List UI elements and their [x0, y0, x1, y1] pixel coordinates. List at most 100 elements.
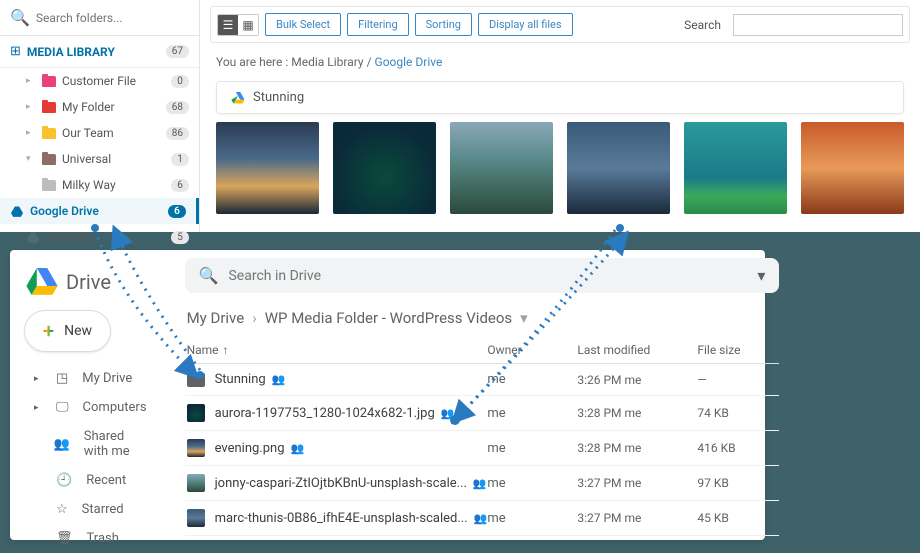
folder-icon — [42, 154, 56, 165]
media-search-input[interactable] — [733, 14, 903, 36]
table-row[interactable]: jonny-caspari-ZtIOjtbKBnU-unsplash-scale… — [185, 466, 780, 501]
col-name[interactable]: Name ↑ — [187, 343, 488, 357]
chevron-right-icon: › — [252, 309, 257, 327]
file-name: Stunning — [215, 372, 266, 387]
drive-nav-starred[interactable]: ☆ Starred — [24, 495, 157, 524]
nav-label: Trash — [87, 531, 119, 546]
thumbnail-grid — [210, 122, 910, 214]
sidebar-item-my-folder[interactable]: ▸ My Folder 68 — [0, 94, 199, 120]
sidebar-item-universal[interactable]: ▾ Universal 1 — [0, 146, 199, 172]
folder-search-input[interactable] — [36, 11, 192, 25]
google-drive-app: Drive + New ▸ ◳ My Drive ▸ 🖵 Computers 👥… — [10, 250, 765, 540]
media-thumbnail[interactable] — [567, 122, 670, 214]
file-modified: 3:27 PM me — [577, 476, 697, 490]
sidebar-item-google-drive[interactable]: Google Drive 6 — [0, 198, 199, 224]
folder-label: Stunning — [46, 230, 165, 244]
file-name: marc-thunis-0B86_ifhE4E-unsplash-scaled.… — [215, 511, 468, 526]
media-thumbnail[interactable] — [801, 122, 904, 214]
new-button[interactable]: + New — [24, 310, 111, 352]
count-badge: 1 — [171, 153, 189, 166]
list-view-icon[interactable]: ☰ — [218, 15, 238, 35]
main-panel: ☰ ▦ Bulk Select Filtering Sorting Displa… — [200, 0, 920, 232]
sidebar-item-our-team[interactable]: ▸ Our Team 86 — [0, 120, 199, 146]
folder-chip-label: Stunning — [253, 90, 304, 105]
chevron-right-icon: ▸ — [26, 102, 36, 112]
table-row[interactable]: aurora-1197753_1280-1024x682-1.jpg👥me3:2… — [185, 396, 780, 431]
view-toggle[interactable]: ☰ ▦ — [217, 14, 259, 36]
file-size: — — [697, 373, 777, 387]
sidebar-item-milky-way[interactable]: Milky Way 6 — [0, 172, 199, 198]
library-title: MEDIA LIBRARY — [27, 45, 160, 59]
file-thumbnail — [187, 404, 205, 422]
folder-label: Universal — [62, 152, 165, 166]
breadcrumb-current[interactable]: WP Media Folder - WordPress Videos — [265, 309, 512, 327]
file-list: Stunning👥me3:26 PM me— aurora-1197753_128… — [185, 364, 780, 536]
table-row[interactable]: evening.png👥me3:28 PM me416 KB — [185, 431, 780, 466]
media-thumbnail[interactable] — [216, 122, 319, 214]
count-badge: 0 — [171, 75, 189, 88]
col-size[interactable]: File size — [697, 343, 777, 357]
breadcrumb-current[interactable]: Google Drive — [375, 55, 443, 69]
table-row[interactable]: Stunning👥me3:26 PM me— — [185, 364, 780, 396]
folder-icon — [42, 102, 56, 113]
search-icon: 🔍 — [199, 266, 219, 285]
media-thumbnail[interactable] — [684, 122, 787, 214]
sorting-button[interactable]: Sorting — [415, 13, 472, 36]
nav-label: Computers — [83, 400, 147, 415]
folder-icon — [42, 180, 56, 191]
bulk-select-button[interactable]: Bulk Select — [265, 13, 341, 36]
sidebar-item-stunning[interactable]: Stunning 5 — [0, 224, 199, 250]
filtering-button[interactable]: Filtering — [347, 13, 409, 36]
google-drive-icon — [10, 205, 24, 217]
table-header: Name ↑ Owner Last modified File size — [185, 337, 780, 364]
drive-nav: ▸ ◳ My Drive ▸ 🖵 Computers 👥 Shared with… — [24, 364, 157, 553]
dropdown-icon[interactable]: ▾ — [520, 309, 528, 327]
drive-nav-recent[interactable]: 🕘 Recent — [24, 466, 157, 495]
file-name: jonny-caspari-ZtIOjtbKBnU-unsplash-scale… — [215, 476, 467, 491]
folder-label: My Folder — [62, 100, 160, 114]
trash-icon: 🗑 — [56, 531, 73, 546]
media-thumbnail[interactable] — [450, 122, 553, 214]
search-icon: 🔍 — [10, 8, 30, 27]
file-owner: me — [487, 441, 577, 456]
drive-nav-computers[interactable]: ▸ 🖵 Computers — [24, 393, 157, 422]
drive-breadcrumb: My Drive › WP Media Folder - WordPress V… — [185, 305, 780, 337]
search-options-icon[interactable]: ▾ — [757, 266, 765, 285]
grid-view-icon[interactable]: ▦ — [238, 15, 258, 35]
nav-label: My Drive — [82, 371, 132, 386]
chevron-right-icon: ▸ — [34, 374, 42, 384]
file-size: 97 KB — [697, 476, 777, 490]
drive-logo-text: Drive — [66, 270, 111, 294]
folder-icon — [42, 128, 56, 139]
file-name: aurora-1197753_1280-1024x682-1.jpg — [215, 406, 435, 421]
file-owner: me — [487, 406, 577, 421]
table-row[interactable]: marc-thunis-0B86_ifhE4E-unsplash-scaled.… — [185, 501, 780, 536]
col-modified[interactable]: Last modified — [577, 343, 697, 357]
chevron-down-icon: ▾ — [26, 154, 36, 164]
drive-search-input[interactable] — [228, 268, 747, 284]
breadcrumb-root[interactable]: My Drive — [187, 309, 245, 327]
google-drive-icon — [231, 92, 245, 104]
breadcrumb: You are here : Media Library / Google Dr… — [210, 51, 910, 73]
folder-label: Customer File — [62, 74, 165, 88]
folder-chip-stunning[interactable]: Stunning — [216, 81, 904, 114]
file-thumbnail — [187, 509, 205, 527]
sort-asc-icon: ↑ — [223, 343, 229, 357]
drive-nav-shared[interactable]: 👥 Shared with me — [24, 422, 157, 466]
library-header[interactable]: ⊞ MEDIA LIBRARY 67 — [0, 36, 199, 68]
file-size: 74 KB — [697, 406, 777, 420]
media-thumbnail[interactable] — [333, 122, 436, 214]
shared-icon: 👥 — [441, 407, 455, 420]
file-name: evening.png — [215, 441, 285, 456]
plus-icon: + — [43, 319, 54, 343]
sidebar: 🔍 ⊞ MEDIA LIBRARY 67 ▸ Customer File 0 ▸… — [0, 0, 200, 232]
file-owner: me — [487, 511, 577, 526]
drive-nav-my-drive[interactable]: ▸ ◳ My Drive — [24, 364, 157, 393]
folder-icon — [187, 373, 205, 387]
computers-icon: 🖵 — [56, 400, 69, 415]
sidebar-item-customer-file[interactable]: ▸ Customer File 0 — [0, 68, 199, 94]
chevron-right-icon: ▸ — [34, 403, 42, 413]
drive-main: 🔍 ▾ My Drive › WP Media Folder - WordPre… — [171, 250, 794, 540]
display-all-button[interactable]: Display all files — [478, 13, 573, 36]
col-owner[interactable]: Owner — [487, 343, 577, 357]
